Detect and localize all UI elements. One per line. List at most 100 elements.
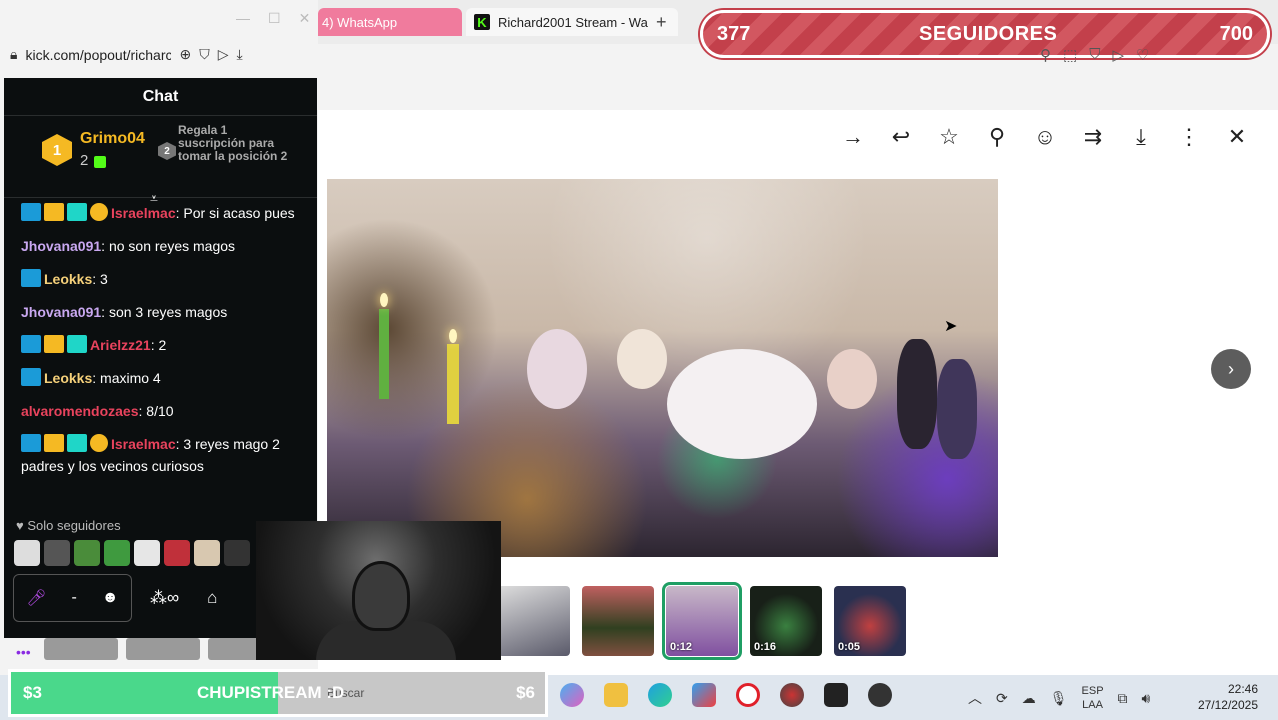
chat-username[interactable]: Israelmac <box>111 205 176 221</box>
thumbnail[interactable] <box>498 586 570 656</box>
thumbnail[interactable] <box>126 638 200 660</box>
chat-title: Chat <box>4 78 317 116</box>
gift-icon <box>94 156 106 168</box>
close-icon[interactable]: ✕ <box>1224 124 1250 150</box>
taskbar-apps <box>560 683 892 707</box>
display-icon[interactable]: ⧉ <box>1118 690 1128 707</box>
store-icon[interactable] <box>692 683 716 707</box>
cloud-off-icon[interactable]: ☁ <box>1022 690 1036 707</box>
emote[interactable] <box>224 540 250 566</box>
leader-name[interactable]: Grimo04 <box>80 130 145 148</box>
lower-thumbnails <box>44 638 282 660</box>
emote[interactable] <box>194 540 220 566</box>
download-icon[interactable]: ⤓ <box>236 46 242 63</box>
vip-badge-icon <box>44 203 64 221</box>
followers-goal: 700 <box>1219 22 1253 45</box>
store-icon[interactable]: ⌂ <box>207 588 217 608</box>
thumbnail[interactable]: 0:16 <box>750 586 822 656</box>
edge-icon[interactable] <box>648 683 672 707</box>
thumbnail-selected[interactable]: 0:12 <box>662 582 742 660</box>
infinity-icon[interactable]: ⁂∞ <box>150 588 179 608</box>
folder-icon[interactable] <box>604 683 628 707</box>
more-icon[interactable]: ⋮ <box>1176 124 1202 150</box>
heart-icon[interactable]: ♡ <box>1136 46 1149 64</box>
followers-goal-widget: 377 SEGUIDORES 700 <box>700 10 1270 58</box>
next-media-button[interactable]: › <box>1211 349 1251 389</box>
screenshot-icon[interactable]: ⬚ <box>1063 46 1077 64</box>
nativity-photo <box>327 179 998 557</box>
pin-icon[interactable]: ⚲ <box>984 124 1010 150</box>
mic-icon[interactable]: 🎤︎ <box>26 588 46 608</box>
copilot-icon[interactable] <box>560 683 584 707</box>
emote[interactable] <box>134 540 160 566</box>
emote[interactable] <box>44 540 70 566</box>
chat-username[interactable]: Jhovana091 <box>21 304 101 320</box>
chat-username[interactable]: Israelmac <box>111 436 176 452</box>
reply-icon[interactable]: ↩ <box>888 124 914 150</box>
star-icon[interactable]: ☆ <box>936 124 962 150</box>
tab-whatsapp[interactable]: 4) WhatsApp <box>318 8 462 36</box>
chat-username[interactable]: Arielzz21 <box>90 337 151 353</box>
close-icon[interactable]: ✕ <box>299 10 311 27</box>
thumbnail[interactable] <box>582 586 654 656</box>
opera-icon[interactable] <box>736 683 760 707</box>
url-text[interactable]: kick.com/popout/richarc <box>25 47 171 63</box>
share-icon[interactable]: ▷ <box>218 46 229 63</box>
mod-badge-icon <box>21 368 41 386</box>
emote[interactable] <box>14 540 40 566</box>
chat-input[interactable]: 🎤︎ - ☻ <box>13 574 132 622</box>
input-separator: - <box>71 589 77 606</box>
emoji-icon[interactable]: ☺ <box>1032 124 1058 150</box>
mouse-cursor-icon: ➤ <box>944 318 958 335</box>
chat-username[interactable]: Leokks <box>44 271 92 287</box>
followers-label: SEGUIDORES <box>919 22 1058 45</box>
rank-badge: 1 <box>42 134 72 166</box>
leader-count: 2 <box>80 152 89 169</box>
chat-username[interactable]: Jhovana091 <box>21 238 101 254</box>
chat-message: Jhovana091: son 3 reyes magos <box>21 301 311 323</box>
clock[interactable]: 22:46 27/12/2025 <box>1196 681 1258 713</box>
forward-icon[interactable]: → <box>840 124 866 150</box>
emote-bar <box>14 540 250 566</box>
donation-goal: $6 <box>516 683 535 702</box>
thumbnail[interactable] <box>44 638 118 660</box>
chat-text: : maximo 4 <box>92 370 161 386</box>
clock-date: 27/12/2025 <box>1197 698 1258 712</box>
chat-url-bar[interactable]: 🔒︎ kick.com/popout/richarc ⊕ ⛉ ▷ ⤓ <box>10 46 310 63</box>
mod-badge-icon <box>21 434 41 452</box>
pin-icon[interactable]: ⚲ <box>1040 46 1051 64</box>
emote[interactable] <box>104 540 130 566</box>
mic-icon[interactable]: 🎙︎ <box>1050 690 1068 707</box>
download-icon[interactable]: ⤓ <box>1128 124 1154 150</box>
tab-kick-stream[interactable]: K Richard2001 Stream - Wa <box>466 8 678 36</box>
maximize-icon[interactable]: ☐ <box>268 10 281 27</box>
emote[interactable] <box>164 540 190 566</box>
shield-icon[interactable]: ⛉ <box>199 46 210 63</box>
system-tray: ︿ ⟳ ☁ 🎙︎ ESP LAA ⧉ 🔊︎ <box>968 684 1150 712</box>
sync-icon[interactable]: ⟳ <box>996 690 1008 707</box>
thumbnail[interactable]: 0:05 <box>834 586 906 656</box>
gift-leaderboard: 1 Grimo04 2 2 Regala 1 suscripción para … <box>4 116 317 198</box>
app-icon[interactable] <box>824 683 848 707</box>
emote[interactable] <box>74 540 100 566</box>
obs-icon[interactable] <box>868 683 892 707</box>
more-dots-icon[interactable]: ••• <box>16 644 31 660</box>
emoji-icon[interactable]: ☻ <box>102 589 119 607</box>
minimize-icon[interactable]: — <box>236 10 250 27</box>
app-icon[interactable] <box>780 683 804 707</box>
new-tab-button[interactable]: + <box>656 12 667 33</box>
volume-icon[interactable]: 🔊︎ <box>1142 690 1151 707</box>
forward-all-icon[interactable]: ⇉ <box>1080 124 1106 150</box>
language-indicator[interactable]: ESP LAA <box>1082 684 1104 712</box>
lock-icon: 🔒︎ <box>10 46 18 62</box>
zoom-icon[interactable]: ⊕ <box>179 46 191 63</box>
chat-username[interactable]: Leokks <box>44 370 92 386</box>
sub-badge-icon <box>90 434 108 452</box>
send-icon[interactable]: ▷ <box>1112 46 1124 64</box>
chat-username[interactable]: alvaromendozaes <box>21 403 139 419</box>
clock-time: 22:46 <box>1227 682 1258 696</box>
shield-icon[interactable]: ⛉ <box>1089 46 1100 64</box>
kick-logo-icon: K <box>474 14 490 30</box>
chevron-up-icon[interactable]: ︿ <box>968 688 982 708</box>
leader-prompt: Regala 1 suscripción para tomar la posic… <box>178 123 288 163</box>
